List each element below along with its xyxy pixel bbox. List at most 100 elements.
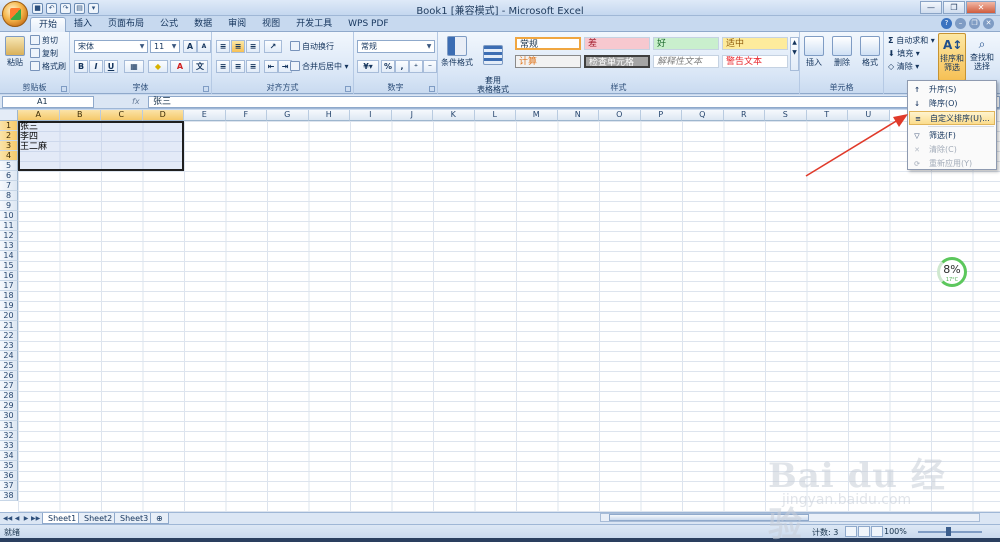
- column-header-i[interactable]: I: [350, 110, 392, 121]
- style-neutral[interactable]: 适中: [722, 37, 788, 50]
- row-header-19[interactable]: 19: [0, 301, 18, 311]
- column-header-e[interactable]: E: [184, 110, 226, 121]
- tab-8[interactable]: WPS PDF: [340, 17, 396, 32]
- format-cells-button[interactable]: 格式: [856, 34, 884, 67]
- paste-button[interactable]: 粘贴: [2, 34, 28, 67]
- row-header-32[interactable]: 32: [0, 431, 18, 441]
- find-select-button[interactable]: ⌕ 查找和 选择: [966, 35, 998, 71]
- copy-button[interactable]: 复制: [30, 48, 58, 60]
- font-size-combo[interactable]: 11 ▼: [150, 40, 180, 53]
- column-header-s[interactable]: S: [765, 110, 807, 121]
- column-header-t[interactable]: T: [806, 110, 848, 121]
- row-header-11[interactable]: 11: [0, 221, 18, 231]
- office-button[interactable]: [2, 1, 28, 27]
- sort-filter-button[interactable]: A↕ 排序和 筛选: [938, 33, 966, 81]
- prev-sheet-button[interactable]: ◀: [13, 514, 21, 523]
- currency-button[interactable]: ¥▾: [357, 60, 379, 73]
- row-header-30[interactable]: 30: [0, 411, 18, 421]
- column-header-u[interactable]: U: [848, 110, 890, 121]
- row-header-26[interactable]: 26: [0, 371, 18, 381]
- comma-button[interactable]: ,: [395, 60, 409, 73]
- percent-button[interactable]: %: [381, 60, 395, 73]
- sort-menu-item-2[interactable]: ≡ 自定义排序(U)...: [909, 111, 995, 125]
- row-header-10[interactable]: 10: [0, 211, 18, 221]
- last-sheet-button[interactable]: ▶▶: [31, 514, 40, 523]
- cell-a3[interactable]: 王二麻: [20, 142, 47, 152]
- fill-button[interactable]: ⬇ 填充 ▾: [888, 48, 920, 60]
- tab-4[interactable]: 数据: [186, 17, 220, 32]
- row-header-13[interactable]: 13: [0, 241, 18, 251]
- merge-center-button[interactable]: 合并后居中 ▾: [290, 61, 349, 73]
- column-header-g[interactable]: G: [267, 110, 309, 121]
- grow-font-button[interactable]: A: [183, 40, 197, 53]
- sort-menu-item-0[interactable]: ↑ 升序(S): [909, 83, 995, 97]
- style-check-cell[interactable]: 检查单元格: [584, 55, 650, 68]
- column-header-d[interactable]: D: [142, 110, 184, 121]
- increase-decimal-button[interactable]: ⁺: [409, 60, 423, 73]
- clear-button[interactable]: ◇ 清除 ▾: [888, 61, 919, 73]
- phonetic-button[interactable]: 文: [192, 60, 208, 73]
- decrease-decimal-button[interactable]: ⁻: [423, 60, 437, 73]
- insert-cells-button[interactable]: 插入: [800, 34, 828, 67]
- decrease-indent-button[interactable]: ⇤: [264, 60, 278, 73]
- orientation-button[interactable]: ↗: [264, 40, 282, 53]
- column-header-n[interactable]: N: [557, 110, 599, 121]
- column-header-l[interactable]: L: [474, 110, 516, 121]
- style-warning[interactable]: 警告文本: [722, 55, 788, 68]
- style-calculation[interactable]: 计算: [515, 55, 581, 68]
- restore-button[interactable]: ❐: [943, 1, 965, 14]
- row-header-23[interactable]: 23: [0, 341, 18, 351]
- row-header-8[interactable]: 8: [0, 191, 18, 201]
- row-header-7[interactable]: 7: [0, 181, 18, 191]
- row-header-34[interactable]: 34: [0, 451, 18, 461]
- delete-cells-button[interactable]: 删除: [828, 34, 856, 67]
- align-right-button[interactable]: ≡: [246, 60, 260, 73]
- align-top-button[interactable]: ≡: [216, 40, 230, 53]
- style-good[interactable]: 好: [653, 37, 719, 50]
- tab-3[interactable]: 公式: [152, 17, 186, 32]
- row-header-14[interactable]: 14: [0, 251, 18, 261]
- number-format-combo[interactable]: 常规 ▼: [357, 40, 435, 53]
- column-header-j[interactable]: J: [391, 110, 433, 121]
- row-header-15[interactable]: 15: [0, 261, 18, 271]
- system-monitor-widget[interactable]: 8% 17°C: [937, 257, 967, 287]
- help-icon[interactable]: ?: [941, 18, 952, 29]
- align-left-button[interactable]: ≡: [216, 60, 230, 73]
- row-header-36[interactable]: 36: [0, 471, 18, 481]
- tab-6[interactable]: 视图: [254, 17, 288, 32]
- row-header-3[interactable]: 3: [0, 141, 18, 151]
- style-normal[interactable]: 常规: [515, 37, 581, 50]
- row-header-12[interactable]: 12: [0, 231, 18, 241]
- wrap-text-button[interactable]: 自动换行: [290, 41, 334, 53]
- column-header-b[interactable]: B: [59, 110, 101, 121]
- border-button[interactable]: ▦: [124, 60, 144, 73]
- row-header-24[interactable]: 24: [0, 351, 18, 361]
- font-launcher-icon[interactable]: [203, 86, 209, 92]
- insert-function-button[interactable]: fx: [96, 96, 148, 108]
- clipboard-launcher-icon[interactable]: [61, 86, 67, 92]
- align-bottom-button[interactable]: ≡: [246, 40, 260, 53]
- column-header-h[interactable]: H: [308, 110, 350, 121]
- styles-more-button[interactable]: ▲ ▼: [790, 37, 799, 71]
- sheet-tab-3[interactable]: Sheet3: [114, 513, 155, 524]
- row-header-21[interactable]: 21: [0, 321, 18, 331]
- tab-0[interactable]: 开始: [30, 17, 67, 32]
- row-header-25[interactable]: 25: [0, 361, 18, 371]
- conditional-format-button[interactable]: 条件格式: [440, 34, 474, 67]
- style-bad[interactable]: 差: [584, 37, 650, 50]
- row-header-28[interactable]: 28: [0, 391, 18, 401]
- row-header-20[interactable]: 20: [0, 311, 18, 321]
- close-button[interactable]: ✕: [966, 1, 996, 14]
- tab-1[interactable]: 插入: [66, 17, 100, 32]
- number-launcher-icon[interactable]: [429, 86, 435, 92]
- underline-button[interactable]: U: [104, 60, 118, 73]
- row-header-31[interactable]: 31: [0, 421, 18, 431]
- style-explanatory[interactable]: 解释性文本: [653, 55, 719, 68]
- select-all-corner[interactable]: [0, 110, 18, 121]
- row-header-18[interactable]: 18: [0, 291, 18, 301]
- row-header-35[interactable]: 35: [0, 461, 18, 471]
- alignment-launcher-icon[interactable]: [345, 86, 351, 92]
- cut-button[interactable]: 剪切: [30, 35, 58, 47]
- minimize-button[interactable]: —: [920, 1, 942, 14]
- row-header-6[interactable]: 6: [0, 171, 18, 181]
